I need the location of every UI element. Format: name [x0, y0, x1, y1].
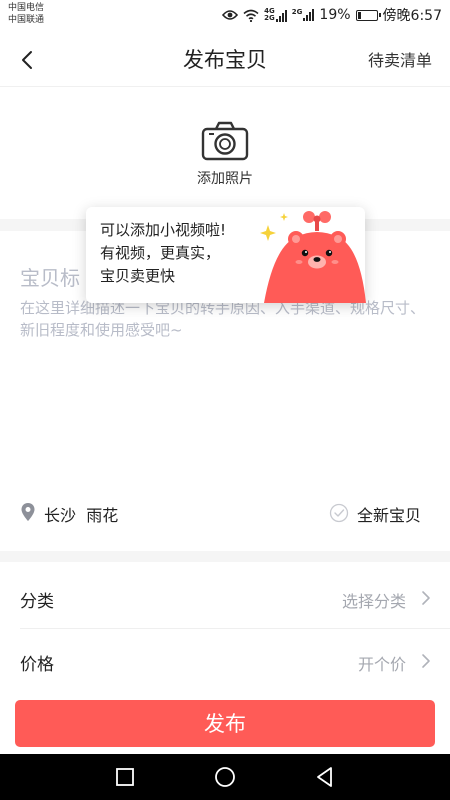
video-tip-popup[interactable]: 可以添加小视频啦! 有视频，更真实， 宝贝卖更快 — [86, 207, 366, 303]
back-triangle-icon[interactable] — [312, 764, 338, 790]
price-value: 开个价 — [357, 655, 406, 674]
video-tip-line-2: 有视频，更真实， — [100, 244, 221, 262]
status-icons: 4G 2G 2G 19% 傍晚6:57 — [222, 6, 442, 24]
signal-bars-1-icon — [275, 10, 287, 22]
publish-button[interactable]: 发布 — [15, 700, 435, 747]
price-row[interactable]: 价格 开个价 — [0, 630, 450, 692]
add-photo-label[interactable]: 添加照片 — [0, 168, 450, 188]
eye-icon — [222, 10, 239, 20]
signal-1: 4G 2G — [264, 8, 287, 22]
clock: 傍晚6:57 — [382, 8, 442, 24]
home-icon[interactable] — [212, 764, 238, 790]
price-label: 价格 — [20, 655, 54, 675]
video-tip-line-1: 可以添加小视频啦! — [100, 221, 227, 239]
chevron-right-icon — [422, 654, 430, 668]
brand-new-toggle-label[interactable]: 全新宝贝 — [357, 502, 421, 526]
bear-mascot-icon — [260, 211, 366, 303]
signal-bars-2-icon — [303, 9, 315, 21]
location-text[interactable]: 长沙 雨花 — [44, 502, 118, 526]
item-title-input[interactable]: 宝贝标 — [20, 262, 80, 291]
recent-apps-icon[interactable] — [112, 764, 138, 790]
category-row[interactable]: 分类 选择分类 — [0, 567, 450, 629]
location-district: 雨花 — [86, 506, 119, 525]
carrier-2: 中国联通 — [8, 15, 45, 25]
carrier-info: 中国电信 中国联通 — [8, 2, 44, 26]
status-bar: 中国电信 中国联通 4G 2G 2G 19% 傍晚6:57 — [0, 0, 450, 32]
net-2-label: 2G — [291, 8, 303, 16]
camera-icon[interactable] — [201, 120, 249, 162]
signal-2: 2G — [292, 9, 315, 21]
system-navigation-bar — [0, 754, 450, 800]
chevron-right-icon — [422, 591, 430, 605]
location-pin-icon[interactable] — [20, 502, 36, 522]
category-value: 选择分类 — [341, 592, 406, 611]
location-city: 长沙 — [44, 506, 77, 525]
pending-list-link[interactable]: 待卖清单 — [368, 47, 432, 71]
row-divider — [20, 628, 450, 629]
check-circle-icon[interactable] — [329, 503, 349, 523]
battery-icon — [355, 9, 381, 21]
net-1-bottom-label: 2G — [264, 14, 275, 22]
battery-percent: 19% — [319, 7, 351, 23]
video-tip-text: 可以添加小视频啦! 有视频，更真实， 宝贝卖更快 — [100, 219, 226, 288]
item-description-input[interactable]: 在这里详细描述一下宝贝的转手原因、入手渠道、规格尺寸、新旧程度和使用感受吧~ — [20, 297, 432, 341]
wifi-icon — [243, 9, 259, 22]
location-row: 长沙 雨花 全新宝贝 — [0, 494, 450, 532]
category-label: 分类 — [20, 592, 54, 612]
video-tip-line-3: 宝贝卖更快 — [100, 267, 176, 285]
navigation-bar: 发布宝贝 待卖清单 — [0, 32, 450, 87]
section-divider — [0, 551, 450, 562]
carrier-1: 中国电信 — [8, 3, 45, 13]
